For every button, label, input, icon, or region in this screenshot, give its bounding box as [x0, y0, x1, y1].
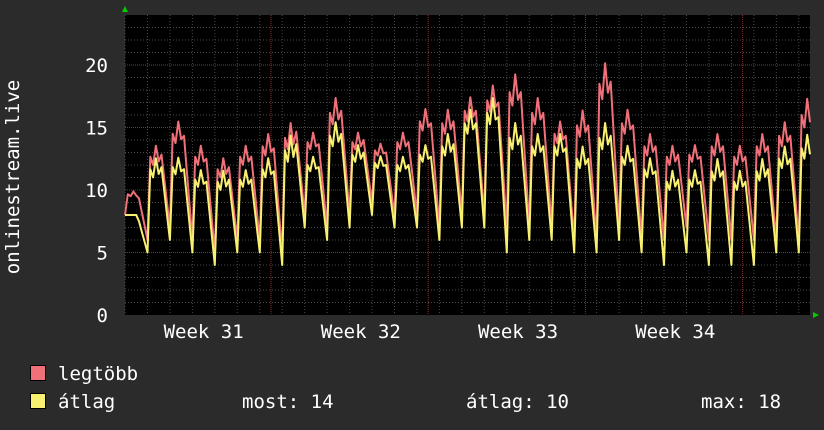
legend-max-swatch — [30, 365, 46, 381]
stat-max: max: 18 — [701, 391, 782, 413]
x-tick-label: Week 33 — [478, 321, 558, 343]
x-axis-arrow — [813, 312, 819, 318]
y-tick-label: 20 — [85, 55, 108, 77]
y-axis-label: onlinestream.live — [2, 80, 24, 274]
y-tick-label: 15 — [85, 118, 108, 140]
x-tick-label: Week 34 — [635, 321, 715, 343]
stat-avg: átlag: 10 — [466, 391, 569, 413]
y-tick-label: 10 — [85, 180, 108, 202]
legend-max-label: legtöbb — [58, 363, 139, 385]
chart-canvas: 0 5 10 15 20 Week 31 Week 32 Week 33 Week 34 onli… — [2, 6, 819, 343]
y-tick-label: 0 — [97, 305, 108, 327]
legend-avg-label: átlag — [58, 391, 116, 413]
legend-avg-swatch — [30, 393, 46, 409]
stat-now: most: 14 — [242, 391, 334, 413]
y-tick-label: 5 — [97, 243, 108, 265]
legend-avg: átlag — [30, 391, 115, 413]
x-tick-label: Week 31 — [164, 321, 244, 343]
x-tick-label: Week 32 — [321, 321, 401, 343]
y-axis-arrow — [122, 6, 128, 12]
chart-frame: 0 5 10 15 20 Week 31 Week 32 Week 33 Week 34 onli… — [0, 0, 824, 430]
legend-max: legtöbb — [30, 363, 138, 385]
